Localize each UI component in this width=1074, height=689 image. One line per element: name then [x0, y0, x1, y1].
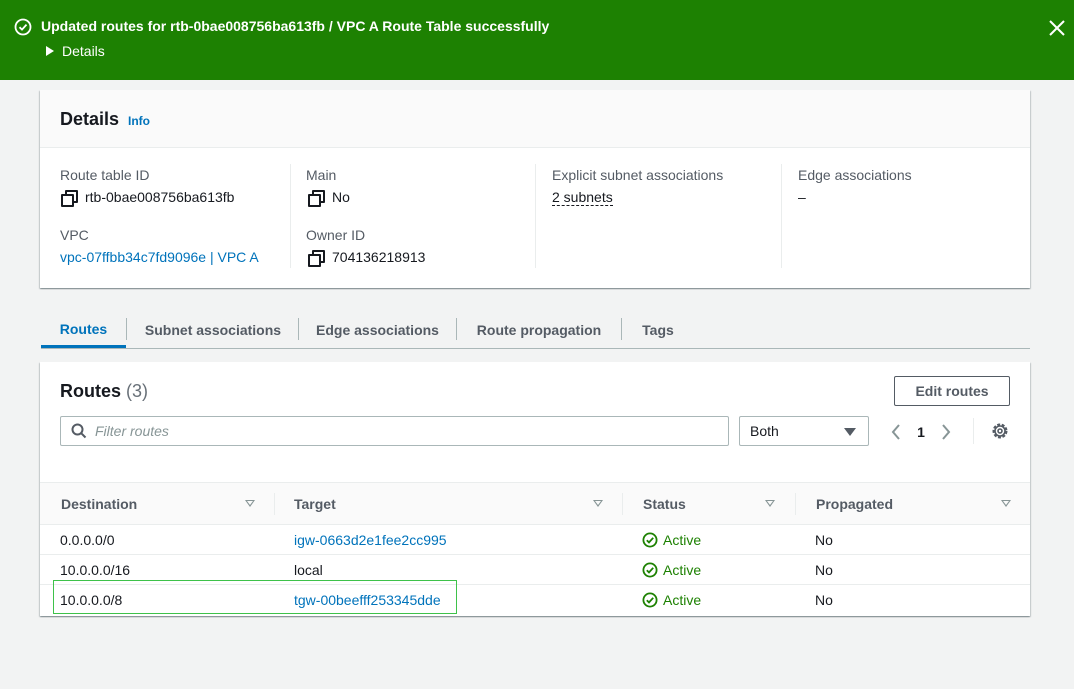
copy-icon[interactable]	[61, 189, 78, 207]
table-row[interactable]: 0.0.0.0/0 igw-0663d2e1fee2cc995 Active N…	[40, 525, 1030, 555]
page-number[interactable]: 1	[908, 424, 934, 440]
status-success-icon	[642, 532, 658, 548]
flash-title: Updated routes for rtb-0bae008756ba613fb…	[41, 18, 550, 34]
route-table-id-label: Route table ID	[60, 167, 150, 183]
caret-down-icon	[844, 428, 856, 436]
chevron-left-icon[interactable]	[886, 421, 908, 443]
success-flash-banner: Updated routes for rtb-0bae008756ba613fb…	[0, 0, 1074, 80]
copy-icon[interactable]	[308, 249, 325, 267]
target-cell: local	[294, 562, 323, 578]
main-label: Main	[306, 167, 337, 183]
details-header: Details Info	[40, 90, 1030, 148]
column-header-destination[interactable]: Destination	[61, 483, 137, 525]
tab-routes[interactable]: Routes	[41, 312, 126, 348]
target-link[interactable]: igw-0663d2e1fee2cc995	[294, 525, 447, 555]
main-text: No	[332, 189, 350, 205]
gear-icon[interactable]	[990, 421, 1010, 441]
column-separator	[795, 493, 796, 515]
owner-id-label: Owner ID	[306, 227, 366, 243]
column-header-propagated[interactable]: Propagated	[816, 483, 893, 525]
tab-subnet-associations[interactable]: Subnet associations	[127, 312, 299, 348]
status-cell: Active	[642, 585, 701, 615]
flash-details-toggle[interactable]: Details	[46, 43, 105, 59]
owner-id-value: 704136218913	[308, 249, 426, 267]
close-icon[interactable]	[1046, 17, 1068, 39]
column-divider	[535, 164, 536, 268]
sort-icon[interactable]	[593, 500, 603, 507]
tab-edge-associations[interactable]: Edge associations	[299, 312, 456, 348]
column-divider	[781, 164, 782, 268]
destination-cell: 10.0.0.0/8	[60, 592, 123, 608]
status-success-icon	[642, 592, 658, 608]
route-type-select-value: Both	[750, 423, 779, 439]
destination-cell: 0.0.0.0/0	[60, 532, 115, 548]
column-separator	[274, 493, 275, 515]
caret-right-icon	[46, 46, 54, 56]
routes-title-text: Routes	[60, 381, 122, 401]
details-title: Details	[60, 109, 120, 129]
vpc-link[interactable]: vpc-07ffbb34c7fd9096e | VPC A	[60, 249, 259, 265]
explicit-subnet-value: 2 subnets	[552, 189, 613, 206]
filter-routes-field[interactable]	[60, 416, 729, 446]
propagated-cell: No	[815, 532, 833, 548]
route-table-id-value: rtb-0bae008756ba613fb	[61, 189, 235, 207]
status-text: Active	[663, 562, 702, 578]
propagated-cell: No	[815, 562, 833, 578]
routes-count: (3)	[126, 381, 149, 401]
routes-panel: Routes (3) Edit routes Both 1 Destinatio…	[40, 362, 1030, 616]
edge-associations-value: –	[798, 189, 806, 205]
status-success-icon	[642, 562, 658, 578]
success-check-icon	[14, 18, 32, 36]
pager-separator	[973, 418, 974, 444]
main-value: No	[308, 189, 350, 207]
chevron-right-icon[interactable]	[934, 421, 956, 443]
vpc-label: VPC	[60, 227, 89, 243]
route-table-id-text: rtb-0bae008756ba613fb	[85, 189, 235, 205]
search-icon	[71, 423, 87, 439]
column-header-target[interactable]: Target	[294, 483, 336, 525]
status-cell: Active	[642, 525, 701, 555]
filter-routes-input[interactable]	[95, 423, 695, 439]
tab-route-propagation[interactable]: Route propagation	[457, 312, 621, 348]
status-cell: Active	[642, 555, 701, 585]
edge-associations-label: Edge associations	[798, 167, 912, 183]
column-header-status[interactable]: Status	[643, 483, 686, 525]
target-link[interactable]: tgw-00beefff253345dde	[294, 585, 441, 615]
copy-icon[interactable]	[308, 189, 325, 207]
table-row[interactable]: 10.0.0.0/8 tgw-00beefff253345dde Active …	[40, 585, 1030, 615]
propagated-cell: No	[815, 592, 833, 608]
table-row[interactable]: 10.0.0.0/16 local Active No	[40, 555, 1030, 585]
sort-icon[interactable]	[1001, 500, 1011, 507]
status-text: Active	[663, 592, 702, 608]
routes-title: Routes (3)	[60, 381, 148, 402]
tab-tags[interactable]: Tags	[622, 312, 694, 348]
pagination: 1	[886, 420, 956, 444]
column-divider	[290, 164, 291, 268]
edit-routes-button[interactable]: Edit routes	[894, 376, 1010, 406]
flash-details-label: Details	[62, 43, 105, 59]
tab-bar: Routes Subnet associations Edge associat…	[41, 312, 1030, 349]
routes-table-header: Destination Target Status Propagated	[40, 482, 1030, 525]
owner-id-text: 704136218913	[332, 249, 426, 265]
explicit-subnet-label: Explicit subnet associations	[552, 167, 724, 183]
subnets-popover-link[interactable]: 2 subnets	[552, 189, 613, 206]
column-separator	[622, 493, 623, 515]
status-text: Active	[663, 532, 702, 548]
info-link[interactable]: Info	[128, 114, 150, 128]
details-panel: Details Info Route table ID rtb-0bae0087…	[40, 90, 1030, 288]
sort-icon[interactable]	[245, 500, 255, 507]
sort-icon[interactable]	[765, 500, 775, 507]
route-type-select[interactable]: Both	[739, 416, 869, 446]
destination-cell: 10.0.0.0/16	[60, 562, 131, 578]
